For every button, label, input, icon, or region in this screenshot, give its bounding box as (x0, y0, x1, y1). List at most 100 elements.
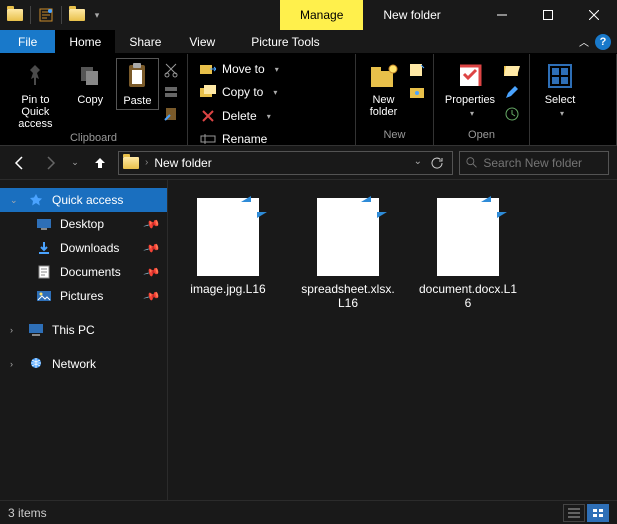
sidebar-item-pictures[interactable]: Pictures 📌 (0, 284, 167, 308)
search-icon (466, 156, 477, 169)
back-button[interactable] (8, 151, 32, 175)
folder-icon (4, 4, 26, 26)
select-button[interactable]: Select ▾ (536, 58, 584, 120)
open-icon[interactable] (502, 60, 522, 80)
sync-overlay-icon (479, 194, 509, 220)
paste-button[interactable]: Paste (116, 58, 159, 110)
easy-access-icon[interactable] (407, 82, 427, 102)
downloads-icon (36, 240, 52, 256)
copy-path-icon[interactable] (161, 82, 181, 102)
file-name: spreadsheet.xlsx.L16 (298, 282, 398, 310)
qat-properties-icon[interactable] (35, 4, 57, 26)
ribbon: Pin to Quick access Copy Paste Clipboard (0, 54, 617, 146)
tab-share[interactable]: Share (115, 30, 175, 53)
window-title: New folder (383, 0, 440, 30)
status-item-count: 3 items (8, 506, 47, 520)
delete-button[interactable]: Delete▾ (194, 105, 277, 127)
pin-icon: 📌 (143, 239, 161, 257)
star-icon (28, 192, 44, 208)
forward-button[interactable] (38, 151, 62, 175)
folder-icon[interactable] (66, 4, 88, 26)
new-folder-icon (368, 60, 400, 92)
chevron-right-icon[interactable]: › (145, 157, 148, 168)
properties-icon (454, 60, 486, 92)
paste-icon (121, 61, 153, 93)
pin-icon: 📌 (143, 263, 161, 281)
search-input[interactable] (483, 156, 602, 170)
tab-home[interactable]: Home (55, 30, 115, 53)
file-thumb (437, 198, 499, 276)
breadcrumb-current[interactable]: New folder (154, 156, 211, 170)
file-item[interactable]: document.docx.L16 (418, 198, 518, 310)
move-to-icon (200, 61, 216, 77)
new-folder-button[interactable]: New folder (362, 58, 405, 118)
chevron-right-icon[interactable]: › (10, 359, 13, 369)
pictures-icon (36, 288, 52, 304)
details-view-button[interactable] (563, 504, 585, 522)
cut-icon[interactable] (161, 60, 181, 80)
qat-dropdown-icon[interactable]: ▾ (90, 4, 104, 26)
chevron-down-icon[interactable]: ⌄ (10, 195, 18, 206)
sync-overlay-icon (359, 194, 389, 220)
context-tab-manage[interactable]: Manage (280, 0, 363, 30)
navigation-pane: ⌄ Quick access Desktop 📌 Downloads 📌 Doc… (0, 180, 168, 500)
new-item-icon[interactable] (407, 60, 427, 80)
ribbon-tabs: File Home Share View Picture Tools ︿ ? (0, 30, 617, 54)
pc-icon (28, 322, 44, 338)
group-label-new: New (356, 127, 433, 145)
sidebar-item-desktop[interactable]: Desktop 📌 (0, 212, 167, 236)
file-list[interactable]: image.jpg.L16 spreadsheet.xlsx.L16 docum… (168, 180, 617, 500)
maximize-button[interactable] (525, 0, 571, 30)
copy-to-icon (200, 84, 216, 100)
tab-file[interactable]: File (0, 30, 55, 53)
sidebar-item-downloads[interactable]: Downloads 📌 (0, 236, 167, 260)
recent-dropdown[interactable]: ⌄ (68, 151, 82, 175)
file-thumb (317, 198, 379, 276)
history-icon[interactable] (502, 104, 522, 124)
desktop-icon (36, 216, 52, 232)
file-item[interactable]: image.jpg.L16 (178, 198, 278, 296)
tab-picture-tools[interactable]: Picture Tools (237, 30, 333, 53)
move-to-button[interactable]: Move to▾ (194, 58, 285, 80)
refresh-icon[interactable] (430, 156, 444, 170)
documents-icon (36, 264, 52, 280)
copy-button[interactable]: Copy (67, 58, 114, 106)
navigation-bar: ⌄ › New folder ⌄ (0, 146, 617, 180)
tab-view[interactable]: View (175, 30, 229, 53)
status-bar: 3 items (0, 500, 617, 524)
paste-shortcut-icon[interactable] (161, 104, 181, 124)
pin-icon: 📌 (143, 287, 161, 305)
pin-icon: 📌 (143, 215, 161, 233)
sidebar-item-documents[interactable]: Documents 📌 (0, 260, 167, 284)
quick-access-toolbar: ▾ (0, 0, 108, 30)
file-thumb (197, 198, 259, 276)
address-dropdown-icon[interactable]: ⌄ (414, 156, 422, 170)
sync-overlay-icon (239, 194, 269, 220)
large-icons-view-button[interactable] (587, 504, 609, 522)
sidebar-item-quick-access[interactable]: ⌄ Quick access (0, 188, 167, 212)
collapse-ribbon-icon[interactable]: ︿ (579, 34, 589, 49)
folder-icon (123, 157, 139, 169)
minimize-button[interactable] (479, 0, 525, 30)
copy-icon (74, 60, 106, 92)
up-button[interactable] (88, 151, 112, 175)
file-item[interactable]: spreadsheet.xlsx.L16 (298, 198, 398, 310)
file-name: image.jpg.L16 (190, 282, 265, 296)
chevron-right-icon[interactable]: › (10, 325, 13, 335)
sidebar-item-network[interactable]: › Network (0, 352, 167, 376)
edit-icon[interactable] (502, 82, 522, 102)
network-icon (28, 356, 44, 372)
delete-icon (200, 108, 216, 124)
pin-to-quick-access-button[interactable]: Pin to Quick access (6, 58, 65, 130)
pin-icon (19, 60, 51, 92)
properties-button[interactable]: Properties ▾ (440, 58, 500, 120)
rename-icon (200, 131, 216, 147)
copy-to-button[interactable]: Copy to▾ (194, 81, 285, 103)
help-icon[interactable]: ? (595, 34, 611, 50)
close-button[interactable] (571, 0, 617, 30)
search-box[interactable] (459, 151, 609, 175)
file-name: document.docx.L16 (418, 282, 518, 310)
address-bar[interactable]: › New folder ⌄ (118, 151, 453, 175)
select-icon (544, 60, 576, 92)
sidebar-item-this-pc[interactable]: › This PC (0, 318, 167, 342)
